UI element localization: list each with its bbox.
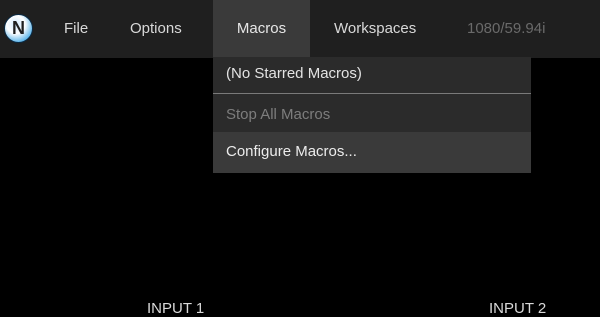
menu-separator: [213, 93, 531, 94]
input-2-label: INPUT 2: [489, 300, 547, 317]
stop-all-macros-item[interactable]: Stop All Macros: [213, 99, 531, 131]
logo-letter: N: [12, 18, 25, 38]
configure-macros-item[interactable]: Configure Macros...: [213, 132, 531, 173]
menu-options[interactable]: Options: [130, 0, 182, 58]
resolution-indicator: 1080/59.94i: [467, 20, 546, 37]
menu-file[interactable]: File: [64, 0, 88, 58]
macros-dropdown: (No Starred Macros) Stop All Macros Conf…: [213, 57, 531, 173]
menu-macros[interactable]: Macros: [213, 0, 310, 58]
no-starred-macros-item[interactable]: (No Starred Macros): [213, 57, 531, 93]
app-logo-icon[interactable]: N: [4, 14, 33, 43]
menu-bar: N File Options Macros Workspaces 1080/59…: [0, 0, 600, 58]
menu-workspaces[interactable]: Workspaces: [334, 0, 416, 58]
input-1-label: INPUT 1: [147, 300, 205, 317]
